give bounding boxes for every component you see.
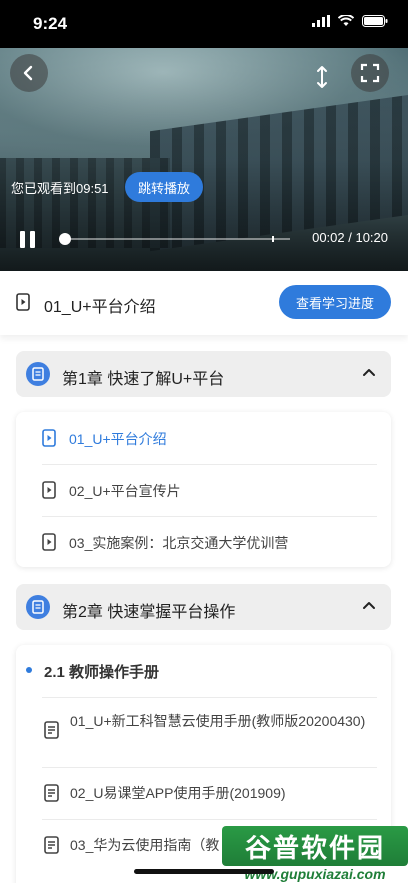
document-icon [32, 600, 44, 614]
document-item[interactable]: 01_U+新工科智慧云使用手册(教师版20200430) [16, 697, 391, 767]
lesson-title: 01_U+平台介绍 [44, 299, 156, 316]
pause-icon-bar [30, 231, 35, 248]
jump-play-button[interactable]: 跳转播放 [125, 172, 203, 202]
video-file-icon [42, 481, 56, 499]
video-file-icon [42, 429, 56, 447]
lesson-item[interactable]: 03_实施案例：北京交通大学优训营 [16, 516, 391, 568]
lesson-label: 01_U+平台介绍 [69, 431, 167, 447]
chapter-1-lesson-list: 01_U+平台介绍 02_U+平台宣传片 03_实施案例：北京交通大学优训营 [16, 412, 391, 567]
back-button[interactable] [10, 54, 48, 92]
pause-button[interactable] [18, 230, 38, 250]
pdf-file-icon [44, 784, 59, 802]
video-player[interactable]: 您已观看到09:51 跳转播放 00:02 / 10:20 [0, 48, 408, 271]
lesson-item[interactable]: 01_U+平台介绍 [16, 412, 391, 464]
pdf-file-icon [44, 721, 59, 739]
pause-icon-bar [20, 231, 25, 248]
pdf-file-icon [44, 836, 59, 854]
chapter-title: 第1章 快速了解U+平台 [62, 371, 225, 388]
signal-icon [312, 15, 330, 27]
document-icon [32, 367, 44, 381]
rotate-button[interactable] [303, 58, 341, 96]
video-controls: 00:02 / 10:20 [0, 224, 408, 254]
fullscreen-button[interactable] [351, 54, 389, 92]
watermark-brand: 谷普软件园 [222, 826, 408, 866]
wifi-icon [338, 15, 354, 26]
chevron-left-icon [23, 65, 33, 81]
chapter-icon [26, 362, 50, 386]
fullscreen-icon [360, 63, 380, 83]
section-bullet [26, 667, 32, 673]
document-label: 02_U易课堂APP使用手册(201909) [70, 785, 286, 801]
time-display: 00:02 / 10:20 [312, 230, 388, 245]
lesson-label: 02_U+平台宣传片 [69, 483, 181, 499]
watermark-logo: 谷普软件园 www.gupuxiazai.com [222, 826, 408, 883]
chevron-up-icon [363, 369, 375, 376]
progress-marker [271, 236, 274, 242]
chapter-title: 第2章 快速掌握平台操作 [62, 604, 236, 621]
progress-slider[interactable] [58, 233, 290, 245]
lesson-label: 03_实施案例：北京交通大学优训营 [69, 535, 289, 551]
view-progress-button[interactable]: 查看学习进度 [279, 285, 391, 319]
lesson-title-bar: 01_U+平台介绍 查看学习进度 [0, 271, 408, 335]
battery-icon [362, 15, 388, 27]
document-label: 01_U+新工科智慧云使用手册(教师版20200430) [70, 713, 366, 729]
status-bar: 9:24 [0, 0, 408, 48]
chapter-2-header[interactable]: 第2章 快速掌握平台操作 [16, 584, 391, 630]
video-file-icon [42, 533, 56, 551]
document-item[interactable]: 02_U易课堂APP使用手册(201909) [16, 767, 391, 819]
chevron-up-icon [363, 602, 375, 609]
video-file-icon [16, 293, 30, 311]
chapter-icon [26, 595, 50, 619]
watched-position-text: 您已观看到09:51 [11, 181, 109, 196]
lesson-item[interactable]: 02_U+平台宣传片 [16, 464, 391, 516]
status-icons [312, 15, 388, 27]
home-indicator[interactable] [134, 869, 274, 874]
status-time: 9:24 [33, 14, 68, 33]
section-title[interactable]: 2.1 教师操作手册 [44, 661, 159, 682]
progress-knob[interactable] [58, 233, 71, 245]
chapter-1-header[interactable]: 第1章 快速了解U+平台 [16, 351, 391, 397]
vertical-arrows-icon [317, 66, 327, 88]
